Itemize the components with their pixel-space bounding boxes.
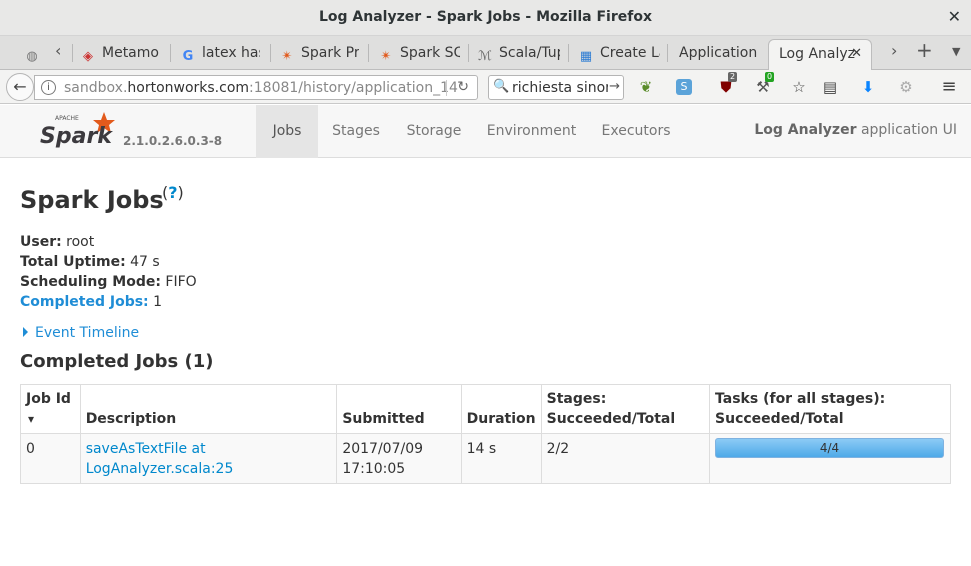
tab-metamorph[interactable]: ◈ Metamor [80,39,160,70]
nav-tab-jobs[interactable]: Jobs [256,105,318,158]
tab-overflow-icon[interactable]: ◍ [24,39,40,70]
completed-jobs-link[interactable]: Completed Jobs: 1 [20,294,162,310]
spark-logo-icon[interactable]: APACHE Spark [40,109,120,153]
tab-scala[interactable]: ℳ Scala/Tup [477,39,560,70]
submitted-cell: 2017/07/09 17:10:05 [336,433,462,484]
spark-header: APACHE Spark 2.1.0.2.6.0.3-8 Jobs Stages… [0,105,971,158]
url-text[interactable]: sandbox.hortonworks.com:18081/history/ap… [64,80,458,96]
help-link[interactable]: (?) [162,183,184,202]
google-icon: G [182,49,194,64]
search-go-icon[interactable]: → [609,79,620,94]
tab-create[interactable]: ▦Create La [578,39,660,70]
event-timeline-toggle[interactable]: Event Timeline [20,325,139,341]
duration-cell: 14 s [460,433,542,484]
menu-icon[interactable]: ≡ [939,77,959,97]
tab-strip: ◍ ‹ ◈Metamor Glatex has ✴Spark Pro ✴Spar… [0,36,971,71]
column-header-description[interactable]: Description [79,384,338,434]
stages-cell: 2/2 [540,433,711,484]
reload-icon[interactable]: ↻ [457,79,469,95]
uptime-info: Total Uptime: 47 s [20,254,160,270]
table-row: 0 saveAsTextFile at LogAnalyzer.scala:25… [20,433,951,484]
spark-icon: ✴ [380,49,392,64]
spark-version: 2.1.0.2.6.0.3-8 [123,134,223,148]
description-cell: saveAsTextFile at LogAnalyzer.scala:25 [79,433,338,484]
tab-list-icon[interactable]: ▼ [952,45,960,58]
layout-icon: ▦ [579,49,593,64]
column-header-job-id[interactable]: Job Id ▾ [20,384,81,434]
site-info-icon[interactable]: i [41,80,56,95]
skype-icon[interactable]: S [676,79,692,95]
window-close-icon[interactable]: ✕ [948,7,961,26]
tasks-progress-bar: 4/4 [715,438,945,458]
column-header-stages[interactable]: Stages: Succeeded/Total [540,384,711,434]
url-bar[interactable]: i sandbox.hortonworks.com:18081/history/… [34,75,478,100]
nav-tab-storage[interactable]: Storage [402,105,466,158]
extension-badge: 0 [765,72,775,82]
tab-spark-sql[interactable]: ✴ Spark SQ [378,39,460,70]
extension-gear-icon[interactable]: ⚙ [896,77,916,97]
tasks-progress-label: 4/4 [819,441,840,455]
nav-tab-environment[interactable]: Environment [484,105,579,158]
app-name: Log Analyzer application UI [754,122,957,138]
job-id-cell: 0 [20,433,81,484]
bookmark-star-icon[interactable]: ☆ [789,77,809,97]
search-bar[interactable]: 🔍 richiesta sinonimi → [488,75,624,100]
job-description-link[interactable]: saveAsTextFile at LogAnalyzer.scala:25 [86,441,234,477]
scala-icon: ℳ [478,49,492,64]
nav-tab-stages[interactable]: Stages [326,105,386,158]
search-input[interactable]: richiesta sinonimi [512,80,608,96]
user-info: User: root [20,234,95,250]
tasks-cell: 4/4 [709,433,951,484]
window-titlebar: Log Analyzer - Spark Jobs - Mozilla Fire… [0,0,971,36]
tab-close-icon[interactable]: ✕ [851,46,862,61]
scheduling-mode-info: Scheduling Mode: FIFO [20,274,197,290]
svg-text:APACHE: APACHE [55,115,79,122]
search-icon: 🔍 [493,79,510,94]
new-tab-icon[interactable]: + [916,38,933,62]
download-icon[interactable]: ⬇ [858,77,878,97]
nav-tab-executors[interactable]: Executors [597,105,675,158]
spark-icon: ✴ [281,49,293,64]
tab-application[interactable]: Application a [679,39,761,70]
column-header-duration[interactable]: Duration [460,384,542,434]
sort-desc-icon: ▾ [28,412,35,426]
tab-scroll-left-icon[interactable]: ‹ [55,41,61,60]
tab-scroll-right-icon[interactable]: › [891,41,897,60]
tab-latex[interactable]: Glatex has [180,39,260,70]
tab-log-analyzer[interactable]: Log Analyz ✕ [768,39,872,71]
jobs-table: Job Id ▾ Description Submitted Duration S… [20,384,951,484]
tab-spark-pro[interactable]: ✴Spark Pro [279,39,359,70]
window-title: Log Analyzer - Spark Jobs - Mozilla Fire… [318,9,652,25]
back-button[interactable]: ← [6,73,34,101]
page-title: Spark Jobs [20,186,164,214]
extension-leaf-icon[interactable]: ❦ [636,77,656,97]
column-header-submitted[interactable]: Submitted [336,384,462,434]
expand-caret-icon [23,327,28,337]
column-header-tasks[interactable]: Tasks (for all stages): Succeeded/Total [709,384,951,434]
metamorph-icon: ◈ [83,49,93,64]
completed-jobs-heading: Completed Jobs (1) [20,351,214,372]
reader-list-icon[interactable]: ▤ [820,77,840,97]
ublock-badge: 2 [728,72,738,82]
nav-toolbar: i sandbox.hortonworks.com:18081/history/… [0,70,971,104]
svg-text:Spark: Spark [40,124,113,149]
